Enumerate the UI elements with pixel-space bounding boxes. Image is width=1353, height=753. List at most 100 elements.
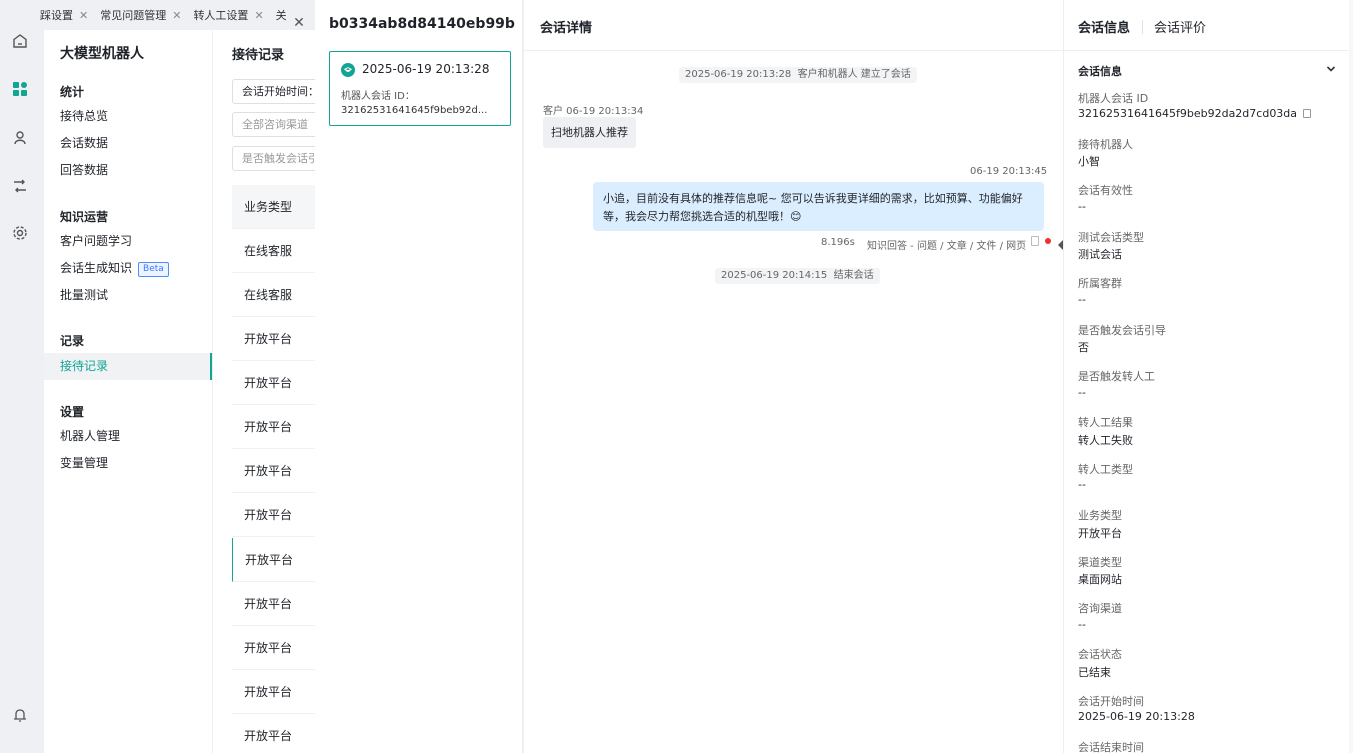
tab-item[interactable]: 关 [276, 7, 287, 23]
tab-session-rating[interactable]: 会话评价 [1154, 17, 1206, 36]
field-label: 会话开始时间 [1078, 695, 1144, 708]
bot-message: 小追，目前没有具体的推荐信息呢~ 您可以告诉我更详细的需求，比如预算、功能偏好等… [593, 182, 1044, 231]
close-icon[interactable]: ✕ [254, 9, 263, 22]
table-row[interactable]: 开放平台 [232, 493, 320, 537]
scrollbar[interactable] [1349, 0, 1353, 753]
table-row[interactable]: 开放平台 [232, 449, 320, 493]
tab-label: 关 [275, 9, 287, 22]
chat-title: 会话详情 [540, 21, 593, 36]
records-title: 接待记录 [232, 48, 285, 63]
copy-icon[interactable] [1303, 109, 1312, 118]
table-row[interactable]: 开放平台 [232, 317, 320, 361]
customer-meta: 客户 06-19 20:13:34 [543, 106, 644, 117]
session-header: b0334ab8d84140eb99ba4... [329, 16, 515, 32]
beta-badge: Beta [138, 262, 169, 277]
nav-group-records: 记录 [60, 334, 85, 348]
icon-rail [0, 0, 40, 753]
nav-item-variable-management[interactable]: 变量管理 [44, 450, 212, 477]
session-time-filter[interactable]: 会话开始时间： [232, 79, 320, 104]
close-icon[interactable]: ✕ [292, 16, 306, 30]
flow-icon[interactable] [10, 176, 30, 196]
table-row[interactable]: 在线客服 [232, 229, 320, 273]
bot-latency: 8.196s [821, 237, 855, 248]
field-label: 机器人会话 ID [1078, 92, 1149, 105]
user-icon[interactable] [10, 128, 30, 148]
field-value: -- [1078, 386, 1086, 399]
customer-message: 扫地机器人推荐 [543, 117, 636, 148]
bot-meta: 06-19 20:13:45 [970, 166, 1048, 177]
session-id: 32162531641645f9beb92da2d7cd03da [1078, 107, 1298, 120]
field-value: -- [1078, 293, 1086, 306]
field-label: 是否触发会话引导 [1078, 324, 1166, 337]
chat-header: 会话详情 [524, 0, 1063, 51]
apps-icon[interactable] [10, 79, 30, 99]
event-text: 客户和机器人 建立了会话 [797, 69, 911, 80]
session-id-label: 机器人会话 ID： [341, 91, 415, 102]
event-text: 结束会话 [833, 270, 874, 281]
table-row[interactable]: 开放平台 [232, 361, 320, 405]
field-label: 所属客群 [1078, 277, 1122, 290]
table-row[interactable]: 在线客服 [232, 273, 320, 317]
tab-label: 踩设置 [40, 9, 73, 22]
tab-strip: 踩设置 ✕ 常见问题管理 ✕ 转人工设置 ✕ 关 [40, 0, 320, 30]
field-label: 会话有效性 [1078, 184, 1133, 197]
field-value: -- [1078, 200, 1086, 213]
home-icon[interactable] [10, 31, 30, 51]
close-icon[interactable]: ✕ [172, 9, 181, 22]
channel-filter[interactable]: 全部咨询渠道 [232, 112, 320, 137]
session-id-value: 32162531641645f9beb92d... [341, 105, 488, 116]
table-row[interactable]: 开放平台 [232, 626, 320, 670]
nav-group-stats: 统计 [60, 85, 85, 99]
tab-item[interactable]: 踩设置 ✕ [40, 7, 88, 23]
table-header: 业务类型 [232, 185, 320, 229]
close-icon[interactable]: ✕ [79, 9, 88, 22]
alert-dot [1045, 238, 1051, 244]
guide-filter[interactable]: 是否触发会话引导 [232, 146, 320, 171]
field-label: 会话结束时间 [1078, 741, 1144, 753]
table-row[interactable]: 开放平台 [232, 405, 320, 449]
event-time: 2025-06-19 20:13:28 [685, 69, 792, 80]
table-row[interactable]: 开放平台 [232, 538, 320, 582]
nav-item-batch-test[interactable]: 批量测试 [44, 282, 212, 309]
field-label: 渠道类型 [1078, 556, 1122, 569]
field-value: -- [1078, 618, 1086, 631]
doc-icon[interactable] [1031, 236, 1039, 246]
field-value: 转人工失败 [1078, 434, 1133, 447]
field-label: 是否触发转人工 [1078, 370, 1155, 383]
field-value: 桌面网站 [1078, 573, 1122, 586]
info-tabs: 会话信息 会话评价 [1064, 0, 1353, 51]
field-label: 测试会话类型 [1078, 231, 1144, 244]
bell-icon[interactable] [10, 705, 30, 725]
session-time: 2025-06-19 20:13:28 [362, 62, 490, 76]
table-row[interactable]: 开放平台 [232, 582, 320, 626]
tab-label: 常见问题管理 [100, 9, 167, 22]
session-list: b0334ab8d84140eb99ba4... 2025-06-19 20:1… [315, 0, 523, 753]
field-value: 否 [1078, 341, 1089, 354]
session-card[interactable]: 2025-06-19 20:13:28 机器人会话 ID： 3216253164… [329, 51, 511, 126]
nav-title: 大模型机器人 [60, 46, 144, 62]
nav-item-session-data[interactable]: 会话数据 [44, 130, 212, 157]
session-end-event: 2025-06-19 20:14:15 结束会话 [715, 268, 880, 284]
tab-item[interactable]: 转人工设置 ✕ [193, 7, 263, 23]
field-label: 咨询渠道 [1078, 602, 1122, 615]
nav-item-generate-knowledge[interactable]: 会话生成知识 Beta [44, 255, 212, 282]
field-label: 转人工结果 [1078, 416, 1133, 429]
nav-group-settings: 设置 [60, 405, 85, 419]
field-label: 接待机器人 [1078, 138, 1133, 151]
field-label: 业务类型 [1078, 509, 1122, 522]
nav-item-overview[interactable]: 接待总览 [44, 103, 212, 130]
chevron-down-icon[interactable] [1326, 64, 1336, 74]
table-row[interactable]: 开放平台 [232, 670, 320, 714]
tab-session-info[interactable]: 会话信息 [1078, 17, 1130, 36]
field-label: 转人工类型 [1078, 463, 1133, 476]
chat-detail: 会话详情 2025-06-19 20:13:28 客户和机器人 建立了会话 客户… [524, 0, 1092, 753]
tab-item[interactable]: 常见问题管理 ✕ [100, 7, 181, 23]
nav-item-answer-data[interactable]: 回答数据 [44, 157, 212, 184]
nav-item-bot-management[interactable]: 机器人管理 [44, 423, 212, 450]
nav-item-question-learning[interactable]: 客户问题学习 [44, 228, 212, 255]
table-row[interactable]: 开放平台 [232, 714, 320, 753]
nav-item-reception-records[interactable]: 接待记录 [44, 353, 212, 380]
tab-divider [1142, 20, 1143, 34]
field-value: 测试会话 [1078, 248, 1122, 261]
gear-icon[interactable] [10, 223, 30, 243]
